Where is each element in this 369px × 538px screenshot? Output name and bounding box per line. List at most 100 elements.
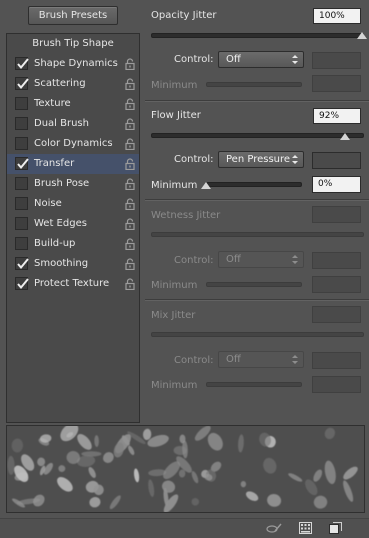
brush-tip-shape-item[interactable]: Brush Tip Shape	[7, 34, 139, 54]
wetness-control-field	[312, 252, 361, 269]
option-row[interactable]: Transfer	[7, 154, 139, 174]
preview-petal	[7, 455, 15, 475]
preview-petal	[313, 495, 328, 509]
dropdown-arrows-icon	[292, 55, 298, 64]
option-checkbox[interactable]	[15, 57, 29, 70]
flow-jitter-slider[interactable]	[151, 133, 364, 138]
wetness-minimum-value	[312, 276, 361, 293]
preview-petal	[148, 479, 155, 497]
new-preset-icon[interactable]	[329, 522, 342, 535]
lock-icon[interactable]	[124, 218, 136, 231]
flow-minimum-slider[interactable]	[206, 182, 302, 187]
option-checkbox[interactable]	[15, 157, 29, 170]
preview-petal	[89, 496, 101, 508]
dropdown-arrows-icon	[292, 155, 298, 164]
option-label: Scattering	[34, 78, 86, 89]
option-checkbox[interactable]	[15, 177, 28, 190]
preview-petal	[81, 451, 102, 457]
option-label: Build-up	[34, 238, 76, 249]
wetness-jitter-label: Wetness Jitter	[151, 210, 221, 221]
preview-petal	[313, 469, 323, 482]
option-checkbox[interactable]	[15, 77, 29, 90]
option-row[interactable]: Noise	[7, 194, 139, 214]
flow-control-field	[312, 152, 361, 169]
flow-control-select[interactable]: Pen Pressure	[218, 151, 304, 168]
lock-icon[interactable]	[124, 198, 136, 211]
opacity-control-field	[312, 52, 361, 69]
lock-icon[interactable]	[124, 238, 136, 251]
opacity-control-select[interactable]: Off	[218, 51, 304, 68]
section-divider	[145, 199, 369, 201]
preview-petal	[245, 491, 259, 501]
option-row[interactable]: Texture	[7, 94, 139, 114]
opacity-control-value: Off	[226, 54, 241, 65]
brush-presets-button[interactable]: Brush Presets	[28, 6, 118, 25]
flow-jitter-thumb[interactable]	[340, 133, 351, 140]
option-checkbox[interactable]	[15, 217, 28, 230]
lock-icon[interactable]	[124, 158, 136, 171]
lock-icon[interactable]	[124, 78, 136, 91]
option-checkbox[interactable]	[15, 257, 29, 270]
lock-icon[interactable]	[124, 278, 136, 291]
option-checkbox[interactable]	[15, 97, 28, 110]
preview-petal	[343, 480, 354, 502]
opacity-jitter-thumb[interactable]	[357, 32, 367, 39]
mix-control-select: Off	[218, 351, 304, 368]
option-checkbox[interactable]	[15, 237, 28, 250]
stroke-preview-image	[7, 426, 358, 512]
option-checkbox[interactable]	[15, 137, 28, 150]
wetness-minimum-slider	[206, 282, 302, 287]
brush-mode-icon[interactable]	[266, 523, 282, 534]
lock-icon[interactable]	[124, 138, 136, 151]
flow-jitter-value[interactable]: 92%	[313, 108, 361, 124]
mix-minimum-label: Minimum	[151, 380, 198, 391]
flow-minimum-thumb[interactable]	[201, 182, 211, 189]
option-row[interactable]: Scattering	[7, 74, 139, 94]
flow-minimum-value[interactable]: 0%	[312, 176, 361, 193]
wetness-control-value: Off	[226, 254, 241, 265]
opacity-jitter-value[interactable]: 100%	[313, 8, 361, 24]
section-divider	[145, 299, 369, 301]
option-row[interactable]: Color Dynamics	[7, 134, 139, 154]
option-label: Color Dynamics	[34, 138, 113, 149]
flow-control-label: Control:	[174, 154, 214, 165]
dropdown-arrows-icon	[292, 255, 298, 264]
brush-stroke-preview	[6, 425, 365, 513]
opacity-jitter-slider[interactable]	[151, 33, 364, 38]
option-checkbox[interactable]	[15, 117, 28, 130]
option-row[interactable]: Wet Edges	[7, 214, 139, 234]
lock-icon[interactable]	[124, 258, 136, 271]
preview-petal	[133, 468, 140, 483]
mix-control-field	[312, 352, 361, 369]
checkmark-icon	[17, 78, 29, 90]
option-row[interactable]: Dual Brush	[7, 114, 139, 134]
option-label: Brush Pose	[34, 178, 90, 189]
lock-icon[interactable]	[124, 58, 136, 71]
mix-jitter-label: Mix Jitter	[151, 310, 196, 321]
option-row[interactable]: Brush Pose	[7, 174, 139, 194]
option-label: Smoothing	[34, 258, 89, 269]
option-row[interactable]: Smoothing	[7, 254, 139, 274]
preview-petal	[94, 435, 99, 447]
lock-icon[interactable]	[124, 98, 136, 111]
preview-petal	[37, 457, 46, 467]
option-row[interactable]: Protect Texture	[7, 274, 139, 294]
option-label: Texture	[34, 98, 71, 109]
option-label: Dual Brush	[34, 118, 89, 129]
lock-icon[interactable]	[124, 118, 136, 131]
preview-petal	[324, 427, 336, 440]
preview-petal	[267, 494, 282, 507]
grid-panel-icon[interactable]	[299, 522, 312, 534]
option-checkbox[interactable]	[15, 277, 29, 290]
opacity-minimum-value	[312, 75, 361, 92]
lock-icon[interactable]	[124, 178, 136, 191]
wetness-control-label: Control:	[174, 255, 214, 266]
checkmark-icon	[17, 278, 29, 290]
option-checkbox[interactable]	[15, 197, 28, 210]
wetness-jitter-slider	[151, 232, 364, 237]
preview-petal	[11, 438, 23, 453]
preview-petal	[179, 434, 186, 444]
option-row[interactable]: Shape Dynamics	[7, 54, 139, 74]
preview-petal	[142, 428, 152, 440]
option-row[interactable]: Build-up	[7, 234, 139, 254]
